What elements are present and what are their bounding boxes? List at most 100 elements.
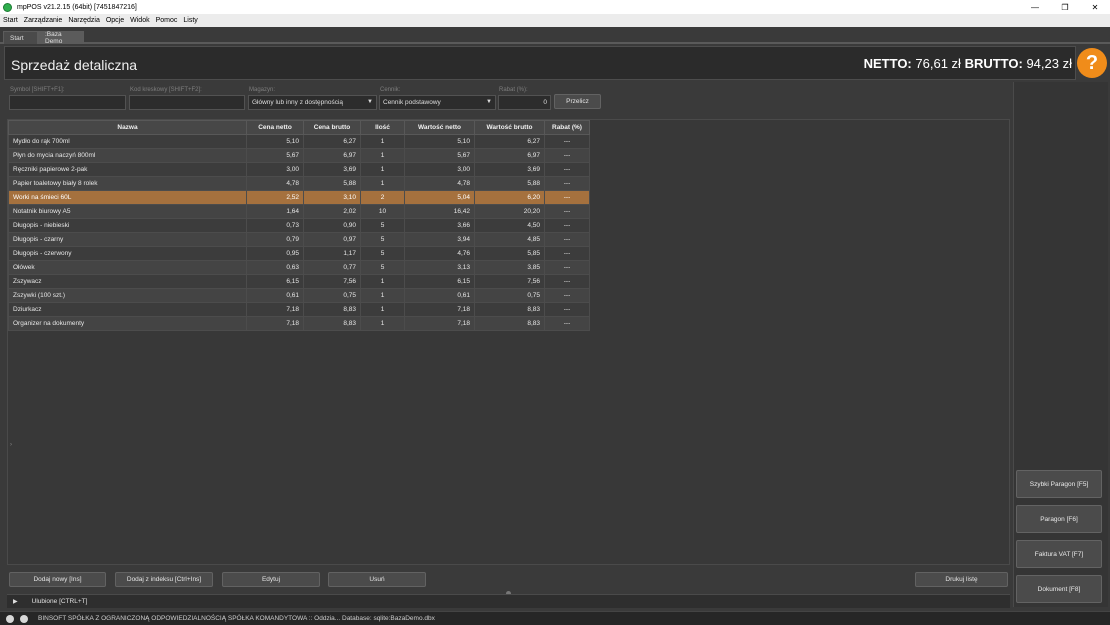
cell-gross-price: 0,90 [303, 218, 361, 233]
help-icon[interactable]: ? [1077, 48, 1107, 78]
cell-quantity: 1 [360, 162, 405, 177]
cell-name: Ołówek [8, 260, 247, 275]
menu-widok[interactable]: Widok [130, 17, 149, 24]
col-header-net-price[interactable]: Cena netto [246, 120, 304, 135]
table-row[interactable]: Dziurkacz 7,18 8,83 1 7,18 8,83 --- [8, 302, 590, 317]
cell-quantity: 5 [360, 218, 405, 233]
expand-arrow-icon[interactable]: ▶ [13, 598, 18, 605]
vat-invoice-button[interactable]: Faktura VAT [F7] [1016, 540, 1102, 568]
warehouse-label: Magazyn: [249, 87, 276, 93]
cell-discount: --- [544, 316, 590, 331]
delete-button[interactable]: Usuń [328, 572, 426, 587]
cell-quantity: 1 [360, 288, 405, 303]
col-header-name[interactable]: Nazwa [8, 120, 247, 135]
totals: NETTO: 76,61 zł BRUTTO: 94,23 zł [864, 56, 1072, 71]
cell-gross-value: 6,27 [474, 134, 545, 149]
cell-gross-value: 4,85 [474, 232, 545, 247]
cell-gross-price: 8,83 [303, 302, 361, 317]
cell-net-value: 5,67 [404, 148, 475, 163]
warehouse-select[interactable]: Główny lub inny z dostępnością ▼ [248, 95, 377, 110]
window-title: mpPOS v21.2.15 (64bit) [7451847216] [17, 3, 137, 11]
cell-gross-price: 2,02 [303, 204, 361, 219]
table-row[interactable]: Długopis - czarny 0,79 0,97 5 3,94 4,85 --- [8, 232, 590, 247]
cell-discount: --- [544, 274, 590, 289]
cell-discount: --- [544, 204, 590, 219]
resize-handle-icon[interactable]: › [10, 442, 12, 448]
tab-strip: Start :Baza Demo [0, 27, 1110, 45]
cell-gross-price: 0,75 [303, 288, 361, 303]
table-row[interactable]: Papier toaletowy biały 8 rolek 4,78 5,88 1 4… [8, 176, 590, 191]
menu-start[interactable]: Start [3, 17, 18, 24]
window-controls: — ❐ ✕ [1020, 0, 1110, 14]
table-row[interactable]: Mydło do rąk 700ml 5,10 6,27 1 5,10 6,27 --- [8, 134, 590, 149]
cell-gross-value: 8,83 [474, 316, 545, 331]
table-row[interactable]: Organizer na dokumenty 7,18 8,83 1 7,18 8,83-… [8, 316, 590, 331]
cell-net-value: 6,15 [404, 274, 475, 289]
cell-net-value: 4,76 [404, 246, 475, 261]
cell-gross-value: 7,56 [474, 274, 545, 289]
symbol-input[interactable] [9, 95, 126, 110]
cell-gross-price: 0,97 [303, 232, 361, 247]
cell-name: Płyn do mycia naczyń 800ml [8, 148, 247, 163]
menu-narzedzia[interactable]: Narzędzia [68, 17, 100, 24]
tab-baza-demo[interactable]: :Baza Demo [38, 31, 84, 45]
cell-gross-price: 1,17 [303, 246, 361, 261]
document-button[interactable]: Dokument [F8] [1016, 575, 1102, 603]
table-row[interactable]: Zszywacz 6,15 7,56 1 6,15 7,56 --- [8, 274, 590, 289]
cell-quantity: 1 [360, 134, 405, 149]
col-header-gross-price[interactable]: Cena brutto [303, 120, 361, 135]
close-button[interactable]: ✕ [1080, 0, 1110, 14]
pricelist-select[interactable]: Cennik podstawowy ▼ [379, 95, 496, 110]
cell-quantity: 2 [360, 190, 405, 205]
print-list-button[interactable]: Drukuj listę [915, 572, 1008, 587]
brutto-label: BRUTTO: [964, 56, 1023, 71]
cell-discount: --- [544, 190, 590, 205]
cell-gross-value: 6,20 [474, 190, 545, 205]
netto-label: NETTO: [863, 56, 912, 71]
cell-name: Dziurkacz [8, 302, 247, 317]
cell-discount: --- [544, 162, 590, 177]
cell-name: Zszywacz [8, 274, 247, 289]
cell-gross-price: 0,77 [303, 260, 361, 275]
barcode-input[interactable] [129, 95, 245, 110]
menu-opcje[interactable]: Opcje [106, 17, 124, 24]
table-row[interactable]: Worki na śmieci 60L 2,52 3,10 2 5,04 6,20 --- [8, 190, 590, 205]
discount-input[interactable]: 0 [498, 95, 551, 110]
table-row[interactable]: Długopis - czerwony 0,95 1,17 5 4,76 5,85 --- [8, 246, 590, 261]
col-header-net-value[interactable]: Wartość netto [404, 120, 475, 135]
menu-zarzadzanie[interactable]: Zarządzanie [24, 17, 63, 24]
edit-button[interactable]: Edytuj [222, 572, 320, 587]
cell-gross-value: 20,20 [474, 204, 545, 219]
cell-quantity: 1 [360, 274, 405, 289]
table-row[interactable]: Ołówek 0,63 0,77 5 3,13 3,85 --- [8, 260, 590, 275]
cell-gross-value: 3,69 [474, 162, 545, 177]
cell-gross-price: 3,69 [303, 162, 361, 177]
cell-gross-value: 4,50 [474, 218, 545, 233]
menu-pomoc[interactable]: Pomoc [156, 17, 178, 24]
col-header-quantity[interactable]: Ilość [360, 120, 405, 135]
add-new-button[interactable]: Dodaj nowy [Ins] [9, 572, 106, 587]
minimize-button[interactable]: — [1020, 0, 1050, 14]
receipt-button[interactable]: Paragon [F6] [1016, 505, 1102, 533]
menu-listy[interactable]: Listy [183, 17, 197, 24]
cell-net-price: 0,95 [246, 246, 304, 261]
table-row[interactable]: Zszywki (100 szt.) 0,61 0,75 1 0,61 0,75 --- [8, 288, 590, 303]
tab-start[interactable]: Start [3, 31, 38, 44]
cell-net-price: 0,79 [246, 232, 304, 247]
favorites-bar[interactable]: ▶ Ulubione [CTRL+T] [7, 594, 1010, 608]
table-row[interactable]: Notatnik biurowy A5 1,64 2,02 10 16,42 20,20-… [8, 204, 590, 219]
col-header-gross-value[interactable]: Wartość brutto [474, 120, 545, 135]
maximize-button[interactable]: ❐ [1050, 0, 1080, 14]
table-row[interactable]: Długopis - niebieski 0,73 0,90 5 3,66 4,50 --- [8, 218, 590, 233]
netto-value: 76,61 zł [915, 56, 961, 71]
cell-net-price: 1,64 [246, 204, 304, 219]
col-header-discount[interactable]: Rabat (%) [544, 120, 590, 135]
quick-receipt-button[interactable]: Szybki Paragon [F5] [1016, 470, 1102, 498]
table-row[interactable]: Ręczniki papierowe 2-pak 3,00 3,69 1 3,00 3,6… [8, 162, 590, 177]
add-from-index-button[interactable]: Dodaj z indeksu [Ctrl+Ins] [115, 572, 213, 587]
favorites-label: Ulubione [CTRL+T] [31, 598, 88, 605]
table-row[interactable]: Płyn do mycia naczyń 800ml 5,67 6,97 1 5,67 6… [8, 148, 590, 163]
pricelist-label: Cennik: [380, 87, 401, 93]
recalculate-button[interactable]: Przelicz [554, 94, 601, 109]
cell-name: Worki na śmieci 60L [8, 190, 247, 205]
